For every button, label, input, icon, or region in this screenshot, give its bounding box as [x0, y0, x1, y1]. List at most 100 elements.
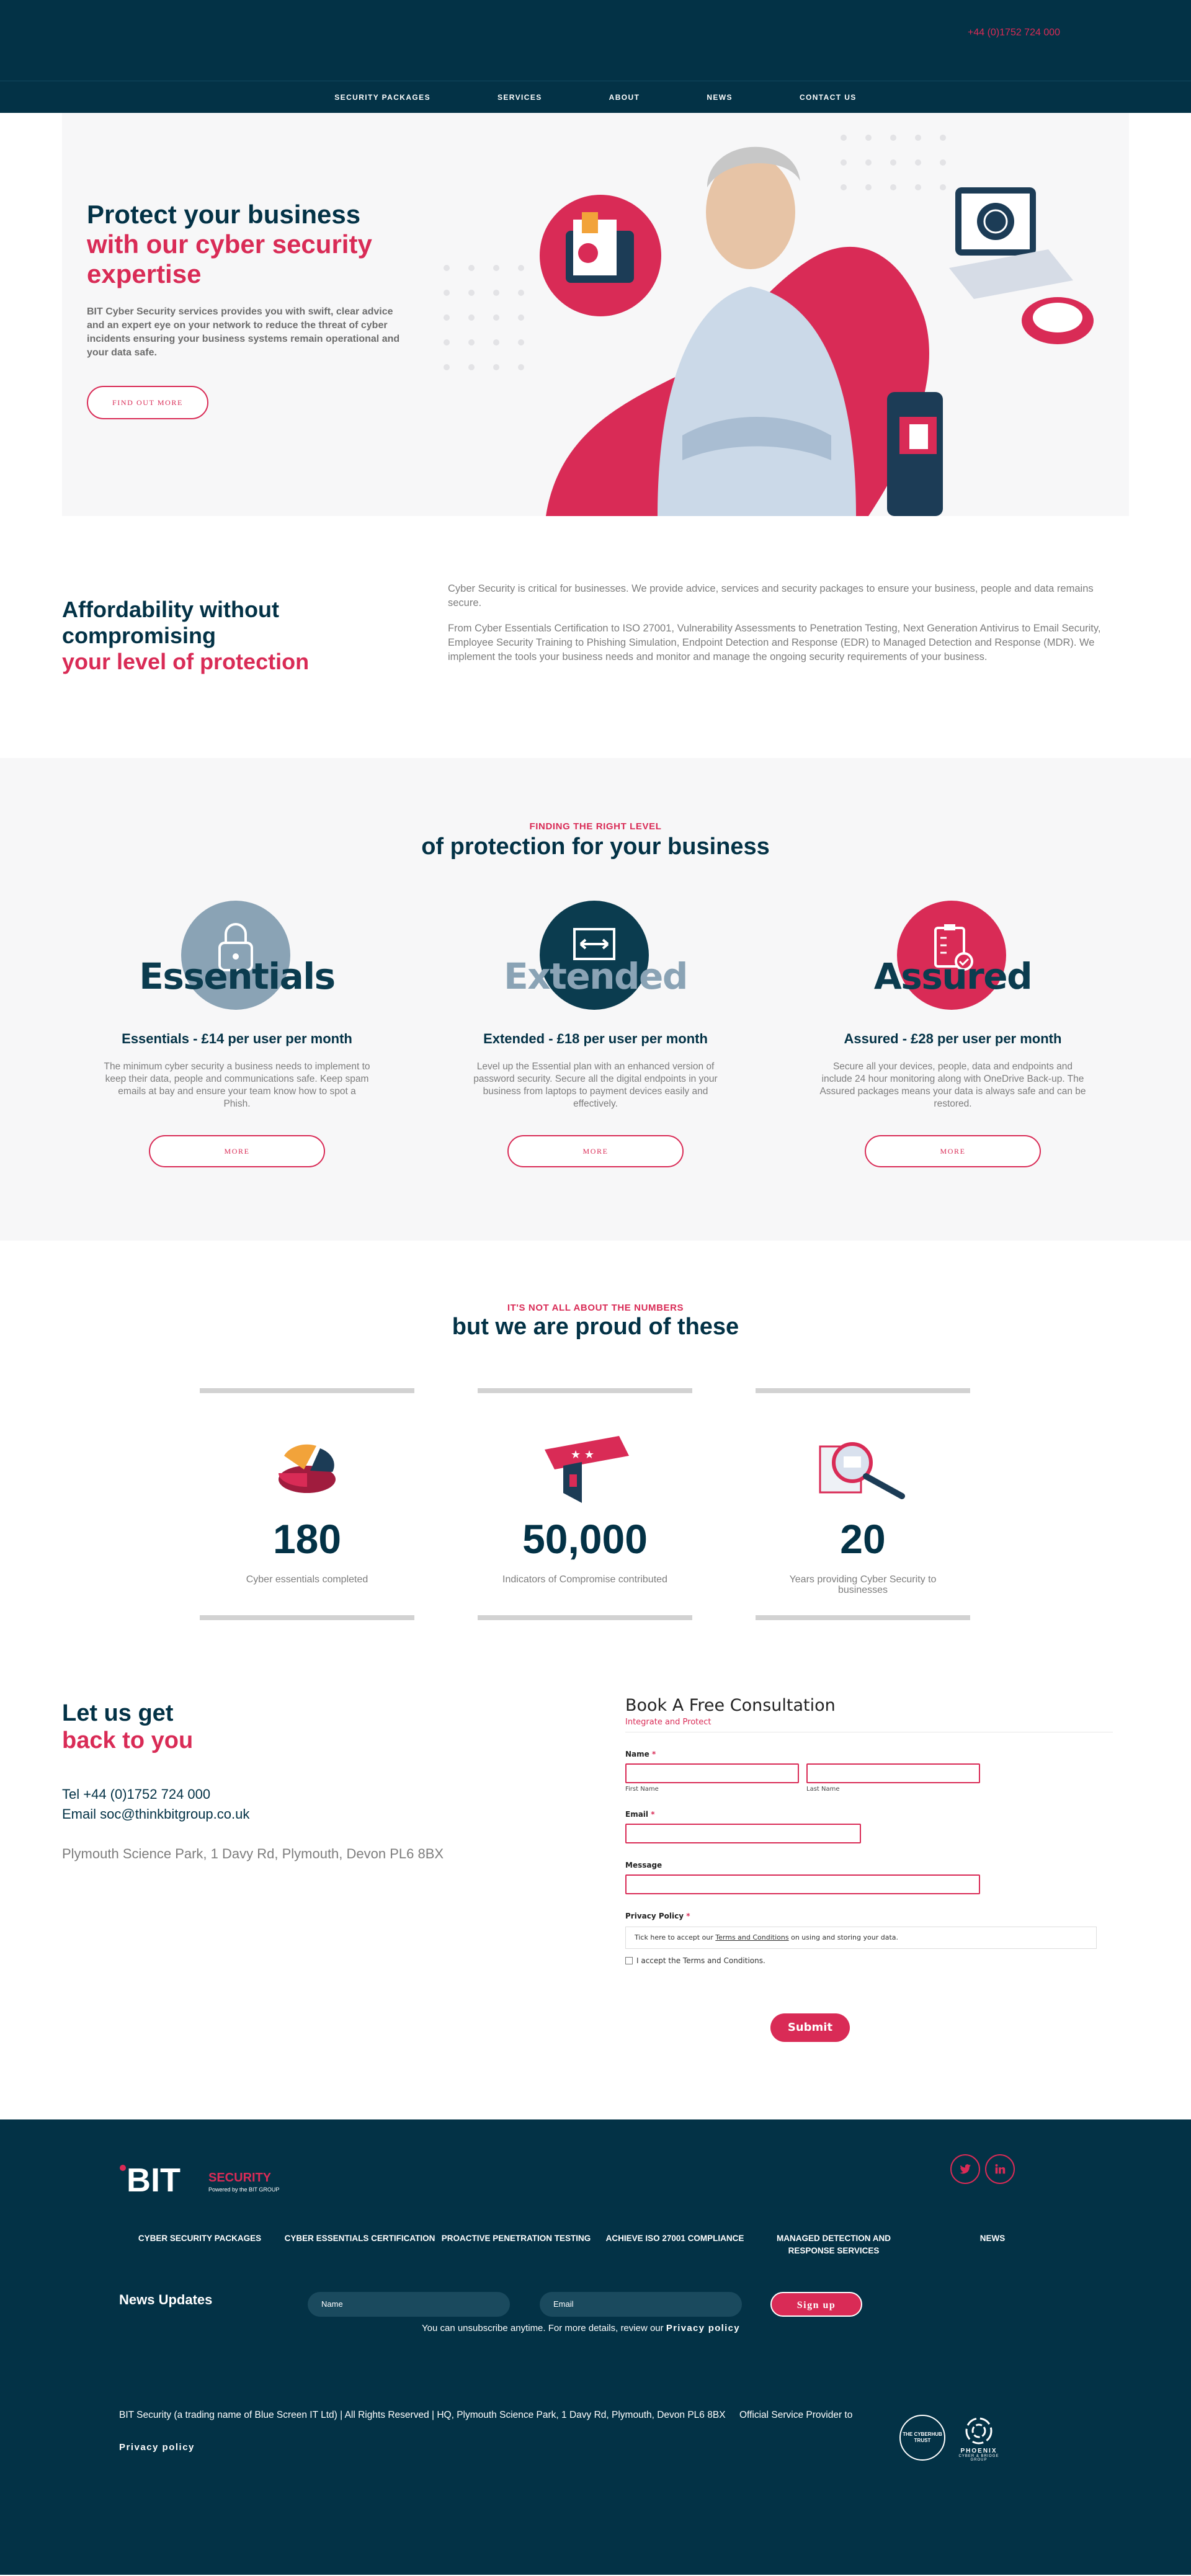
phoenix-swirl-icon	[965, 2417, 993, 2445]
hero-section: Protect your business with our cyber sec…	[62, 113, 1129, 516]
nav-services[interactable]: SERVICES	[497, 93, 542, 102]
nav-news[interactable]: NEWS	[707, 93, 733, 102]
assured-badge-text: Assured	[873, 955, 1033, 997]
stat-number: 180	[272, 1516, 342, 1562]
first-name-label: First Name	[625, 1786, 659, 1793]
first-name-input[interactable]	[625, 1763, 799, 1783]
official-provider-text: Official Service Provider to	[739, 2410, 853, 2420]
essentials-more-button[interactable]: MORE	[149, 1135, 325, 1167]
pie-chart-icon	[200, 1428, 414, 1509]
message-label: Message	[625, 1861, 662, 1870]
last-name-input[interactable]	[806, 1763, 980, 1783]
required-mark: *	[651, 1750, 656, 1758]
extended-description: Level up the Essential plan with an enha…	[473, 1061, 718, 1109]
hero-title-line2: with our cyber security expertise	[87, 230, 372, 288]
stat-bottom-bar	[478, 1615, 692, 1620]
contact-title-line2: back to you	[62, 1727, 194, 1754]
package-essentials: Essentials Essentials - £14 per user per…	[100, 901, 373, 1167]
legal-text: BIT Security (a trading name of Blue Scr…	[119, 2410, 726, 2420]
footer-nav-penetration-testing[interactable]: PROACTIVE PENETRATION TESTING	[438, 2232, 594, 2245]
stat-label: Cyber essentials completed	[246, 1574, 368, 1585]
contact-tel[interactable]: Tel +44 (0)1752 724 000	[62, 1786, 210, 1803]
stats-kicker: IT'S NOT ALL ABOUT THE NUMBERS	[507, 1303, 684, 1313]
extended-badge-text: Extended	[504, 955, 688, 997]
contact-section: Let us get back to you Tel +44 (0)1752 7…	[0, 1662, 1191, 2119]
phoenix-text: PHOENIX	[960, 2448, 997, 2454]
affordability-text: Cyber Security is critical for businesse…	[448, 582, 1118, 675]
footer-nav-iso-27001[interactable]: ACHIEVE ISO 27001 COMPLIANCE	[602, 2232, 748, 2245]
logo-security-text: SECURITY	[208, 2171, 272, 2185]
extended-badge: Extended	[459, 901, 732, 1010]
stat-label: Indicators of Compromise contributed	[502, 1574, 667, 1585]
essentials-description: The minimum cyber security a business ne…	[104, 1061, 370, 1109]
twitter-icon[interactable]	[950, 2154, 980, 2184]
stat-label: Years providing Cyber Security to busine…	[789, 1574, 937, 1595]
unsubscribe-text: You can unsubscribe anytime. For more de…	[422, 2323, 664, 2333]
footer-nav-cyber-security-packages[interactable]: CYBER SECURITY PACKAGES	[134, 2232, 265, 2245]
email-input[interactable]	[625, 1824, 861, 1843]
privacy-box: Tick here to accept our Terms and Condit…	[625, 1927, 1097, 1949]
first-name-group: First Name	[625, 1763, 799, 1793]
hero-illustration	[444, 135, 1094, 516]
required-mark: *	[686, 1912, 690, 1920]
svg-text:★ ★: ★ ★	[571, 1448, 594, 1461]
newsletter-name-input[interactable]: Name	[308, 2292, 510, 2317]
packages-kicker: FINDING THE RIGHT LEVEL	[529, 821, 662, 832]
extended-more-button[interactable]: MORE	[507, 1135, 684, 1167]
terms-link[interactable]: Terms and Conditions	[715, 1933, 788, 1941]
linkedin-icon[interactable]	[985, 2154, 1015, 2184]
required-mark: *	[651, 1810, 655, 1819]
footer-nav-mdr[interactable]: MANAGED DETECTION AND RESPONSE SERVICES	[769, 2232, 898, 2257]
phoenix-subtext: CYBER & BRIDGE GROUP	[958, 2454, 999, 2462]
affordability-title: Affordability without compromising your …	[62, 597, 385, 675]
unsubscribe-note: You can unsubscribe anytime. For more de…	[422, 2323, 740, 2333]
footer-privacy-link[interactable]: Privacy policy	[119, 2442, 195, 2453]
footer-nav-cyber-essentials[interactable]: CYBER ESSENTIALS CERTIFICATION	[279, 2232, 440, 2245]
privacy-text-pre: Tick here to accept our	[635, 1933, 713, 1941]
stat-top-bar	[200, 1388, 414, 1393]
hero-title-line1: Protect your business	[87, 200, 361, 229]
contact-title-line1: Let us get	[62, 1700, 174, 1726]
site-footer: BIT SECURITY Powered by the BIT GROUP CY…	[0, 2119, 1191, 2575]
affordability-paragraph-1: Cyber Security is critical for businesse…	[448, 583, 1094, 608]
affordability-title-line1: Affordability without compromising	[62, 597, 279, 648]
phoenix-logo[interactable]: PHOENIX CYBER & BRIDGE GROUP	[954, 2416, 1004, 2466]
assured-title: Assured - £28 per user per month	[844, 1031, 1062, 1046]
contact-address: Plymouth Science Park, 1 Davy Rd, Plymou…	[62, 1846, 444, 1861]
essentials-title: Essentials - £14 per user per month	[122, 1031, 352, 1046]
cyberhub-trust-text: THE CYBERHUB TRUST	[903, 2431, 942, 2443]
find-out-more-button[interactable]: FIND OUT MORE	[87, 386, 208, 419]
bit-security-logo[interactable]: BIT SECURITY Powered by the BIT GROUP	[118, 2159, 298, 2203]
stat-number: 20	[840, 1516, 886, 1562]
packages-title: of protection for your business	[421, 834, 770, 860]
cyberhub-trust-logo[interactable]: THE CYBERHUB TRUST	[899, 2415, 945, 2461]
message-input[interactable]	[625, 1874, 980, 1894]
nav-about[interactable]: ABOUT	[609, 93, 640, 102]
magnifier-icon	[756, 1428, 970, 1509]
hero-title: Protect your business with our cyber sec…	[87, 200, 434, 289]
unsubscribe-privacy-link[interactable]: Privacy policy	[666, 2323, 740, 2333]
newsletter-email-input[interactable]: Email	[540, 2292, 742, 2317]
consultation-form: Book A Free Consultation Integrate and P…	[625, 1696, 1113, 2042]
footer-nav-news[interactable]: NEWS	[975, 2232, 1010, 2245]
email-row	[625, 1824, 1113, 1843]
privacy-label-text: Privacy Policy	[625, 1912, 684, 1920]
message-row	[625, 1874, 1113, 1894]
stat-bottom-bar	[756, 1615, 970, 1620]
stat-indicators: ★ ★ 50,000 Indicators of Compromise cont…	[478, 1388, 692, 1620]
submit-button[interactable]: Submit	[770, 2013, 850, 2042]
name-row: First Name Last Name	[625, 1763, 1113, 1793]
nav-security-packages[interactable]: SECURITY PACKAGES	[334, 93, 430, 102]
accept-terms-label: I accept the Terms and Conditions.	[636, 1956, 765, 1965]
header-phone-link[interactable]: +44 (0)1752 724 000	[968, 27, 1060, 38]
accept-terms-checkbox[interactable]	[625, 1957, 633, 1964]
assured-badge: Assured	[816, 901, 1089, 1010]
newsletter-signup-button[interactable]: Sign up	[770, 2292, 862, 2317]
privacy-label: Privacy Policy *	[625, 1912, 1113, 1920]
extended-title: Extended - £18 per user per month	[483, 1031, 708, 1046]
nav-contact-us[interactable]: CONTACT US	[800, 93, 857, 102]
main-nav: SECURITY PACKAGES SERVICES ABOUT NEWS CO…	[0, 81, 1191, 113]
name-label-text: Name	[625, 1750, 649, 1758]
contact-email[interactable]: Email soc@thinkbitgroup.co.uk	[62, 1806, 249, 1822]
assured-more-button[interactable]: MORE	[865, 1135, 1041, 1167]
